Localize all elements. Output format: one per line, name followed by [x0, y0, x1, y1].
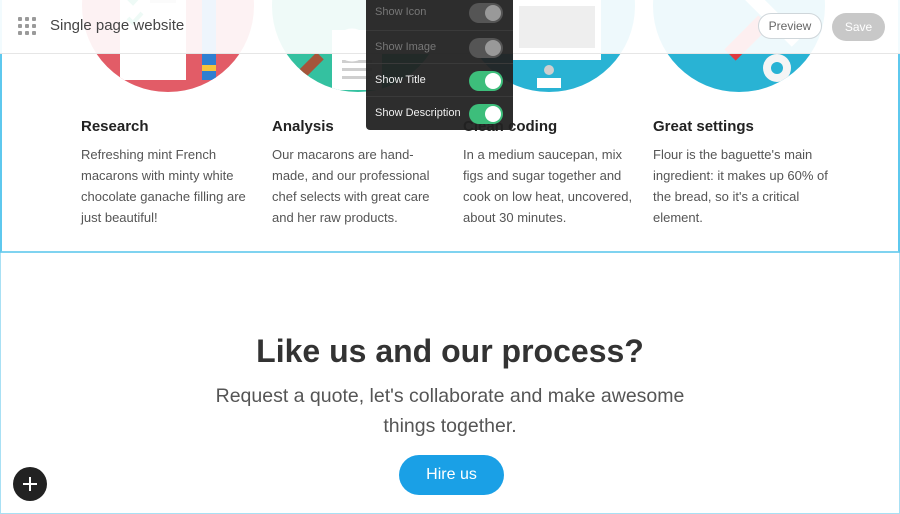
- toggle-knob: [485, 73, 501, 89]
- toggle-knob: [485, 40, 501, 56]
- panel-row-show-image[interactable]: Show Image: [366, 30, 513, 64]
- toggle-knob: [485, 5, 501, 21]
- toggle-knob: [485, 106, 501, 122]
- feature-text-research: Refreshing mint French macarons with min…: [81, 147, 246, 225]
- panel-row-show-title[interactable]: Show Title: [366, 63, 513, 97]
- feature-text-clean-coding: In a medium saucepan, mix figs and sugar…: [463, 147, 633, 225]
- panel-label-show-description: Show Description: [375, 107, 461, 119]
- block-settings-panel: Show Icon Show Image Show Title Show Des…: [366, 0, 513, 130]
- panel-row-show-description[interactable]: Show Description: [366, 96, 513, 130]
- cta-subheading: Request a quote, let's collaborate and m…: [215, 385, 685, 437]
- toggle-show-icon[interactable]: [469, 3, 503, 23]
- feature-text-analysis: Our macarons are hand-made, and our prof…: [272, 147, 430, 225]
- toggle-show-title[interactable]: [469, 71, 503, 91]
- panel-label-show-image: Show Image: [375, 41, 437, 53]
- feature-title-research: Research: [81, 118, 149, 135]
- grid-icon[interactable]: [18, 17, 36, 35]
- panel-row-show-icon[interactable]: Show Icon: [366, 0, 513, 29]
- panel-label-show-icon: Show Icon: [375, 6, 427, 18]
- panel-label-show-title: Show Title: [375, 74, 426, 86]
- feature-title-great-settings: Great settings: [653, 118, 754, 135]
- feature-text-great-settings: Flour is the baguette's main ingredient:…: [653, 147, 828, 225]
- preview-button[interactable]: Preview: [758, 13, 822, 39]
- save-button[interactable]: Save: [832, 13, 885, 41]
- toggle-show-image[interactable]: [469, 38, 503, 58]
- add-block-button[interactable]: [13, 467, 47, 501]
- toggle-show-description[interactable]: [469, 104, 503, 124]
- hire-us-button[interactable]: Hire us: [399, 455, 504, 495]
- cta-heading: Like us and our process?: [256, 333, 644, 369]
- feature-title-analysis: Analysis: [272, 118, 334, 135]
- site-title: Single page website: [50, 17, 185, 34]
- plus-icon: [23, 477, 37, 491]
